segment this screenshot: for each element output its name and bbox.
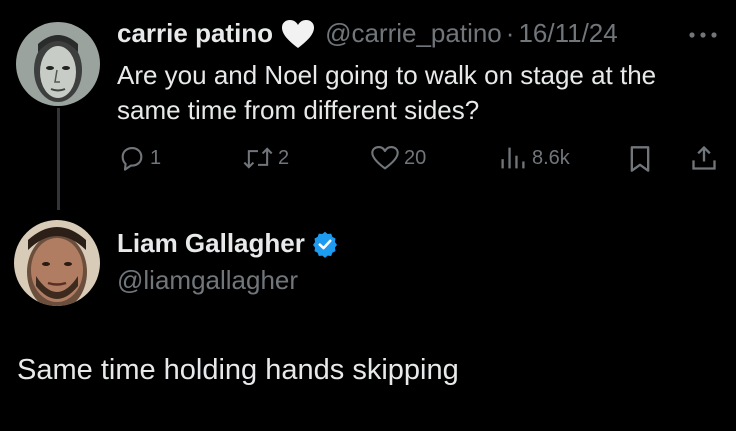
repost-button[interactable]: 2	[242, 144, 289, 172]
like-button[interactable]: 20	[370, 144, 426, 172]
bookmark-icon	[628, 145, 652, 173]
reply-icon	[118, 144, 146, 172]
repost-count: 2	[278, 146, 290, 169]
views-button[interactable]: 8.6k	[498, 144, 570, 172]
like-icon	[370, 144, 400, 172]
separator-dot: ·	[505, 18, 515, 48]
like-count: 20	[404, 146, 427, 169]
views-count: 8.6k	[532, 146, 570, 169]
avatar[interactable]	[14, 220, 100, 306]
avatar[interactable]	[16, 22, 100, 106]
bookmark-button[interactable]	[628, 145, 652, 173]
tweet-date[interactable]: 16/11/24	[518, 18, 617, 49]
tweet-actions: 1 2 20 8.6k	[0, 142, 736, 176]
reply-text: Same time holding hands skipping	[17, 354, 459, 386]
author-name[interactable]: carrie patino	[117, 18, 273, 49]
verified-badge-icon	[311, 230, 339, 258]
tweet-text: Are you and Noel going to walk on stage …	[117, 60, 657, 125]
repost-icon	[242, 144, 274, 172]
share-button[interactable]	[690, 144, 718, 172]
heart-icon	[281, 19, 315, 49]
reply-button[interactable]: 1	[118, 144, 161, 172]
reply-count: 1	[150, 146, 162, 169]
views-icon	[498, 144, 528, 172]
author-handle[interactable]: @liamgallagher	[117, 265, 298, 296]
author-handle[interactable]: @carrie_patino	[325, 18, 502, 49]
more-icon[interactable]	[688, 26, 718, 44]
share-icon	[690, 144, 718, 172]
author-name[interactable]: Liam Gallagher	[117, 228, 305, 259]
